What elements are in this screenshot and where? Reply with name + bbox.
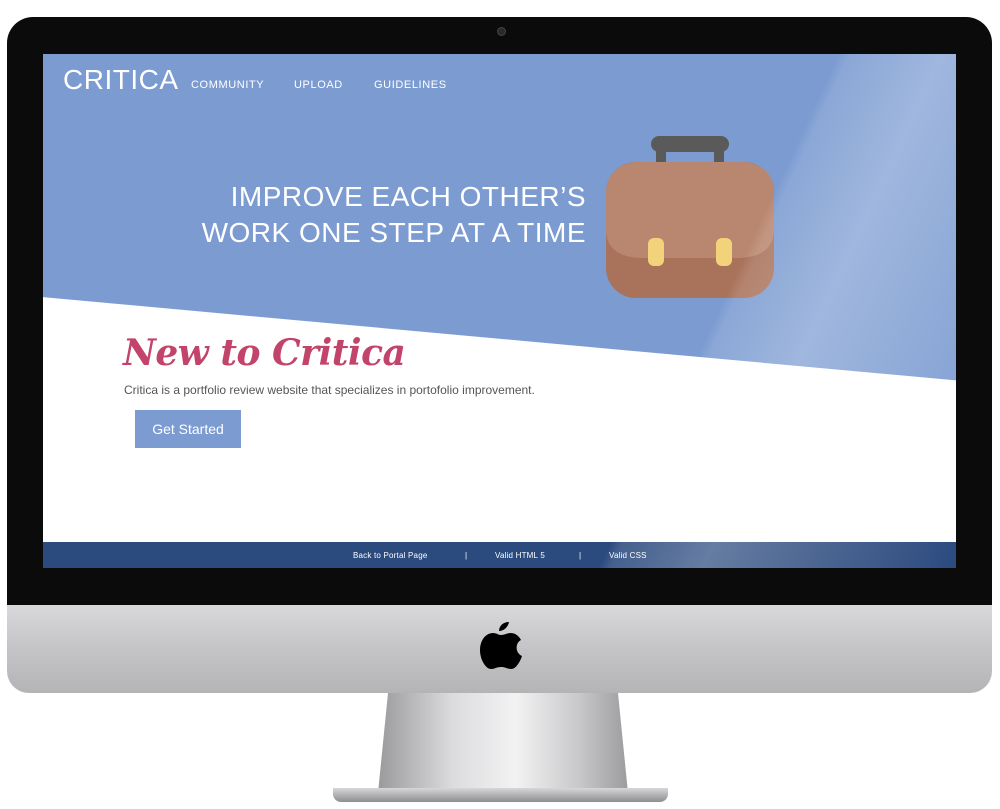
footer-link-valid-css[interactable]: Valid CSS: [609, 551, 647, 560]
monitor-stand: [378, 693, 628, 793]
welcome-description: Critica is a portfolio review website th…: [124, 383, 535, 397]
footer-link-valid-html[interactable]: Valid HTML 5: [495, 551, 545, 560]
nav-link-guidelines[interactable]: GUIDELINES: [374, 79, 447, 91]
welcome-title: New to Critica: [123, 332, 406, 374]
apple-logo-icon: [480, 622, 522, 669]
hero-headline-line2: WORK ONE STEP AT A TIME: [201, 217, 586, 248]
footer-separator: |: [465, 551, 468, 560]
get-started-button[interactable]: Get Started: [135, 410, 241, 448]
site-footer: Back to Portal Page | Valid HTML 5 | Val…: [43, 542, 956, 568]
monitor-stand-base: [333, 788, 668, 802]
hero-headline-line1: IMPROVE EACH OTHER’S: [230, 181, 586, 212]
footer-separator: |: [579, 551, 582, 560]
nav-link-community[interactable]: COMMUNITY: [191, 79, 264, 91]
nav-link-upload[interactable]: UPLOAD: [294, 79, 343, 91]
website-screen: CRITICA COMMUNITY UPLOAD GUIDELINES IMPR…: [43, 54, 956, 568]
top-nav: CRITICA COMMUNITY UPLOAD GUIDELINES: [43, 54, 956, 114]
site-logo[interactable]: CRITICA: [63, 64, 179, 96]
footer-link-portal[interactable]: Back to Portal Page: [353, 551, 428, 560]
webcam: [497, 27, 506, 36]
briefcase-icon: [606, 136, 774, 298]
hero-headline: IMPROVE EACH OTHER’S WORK ONE STEP AT A …: [166, 179, 586, 251]
